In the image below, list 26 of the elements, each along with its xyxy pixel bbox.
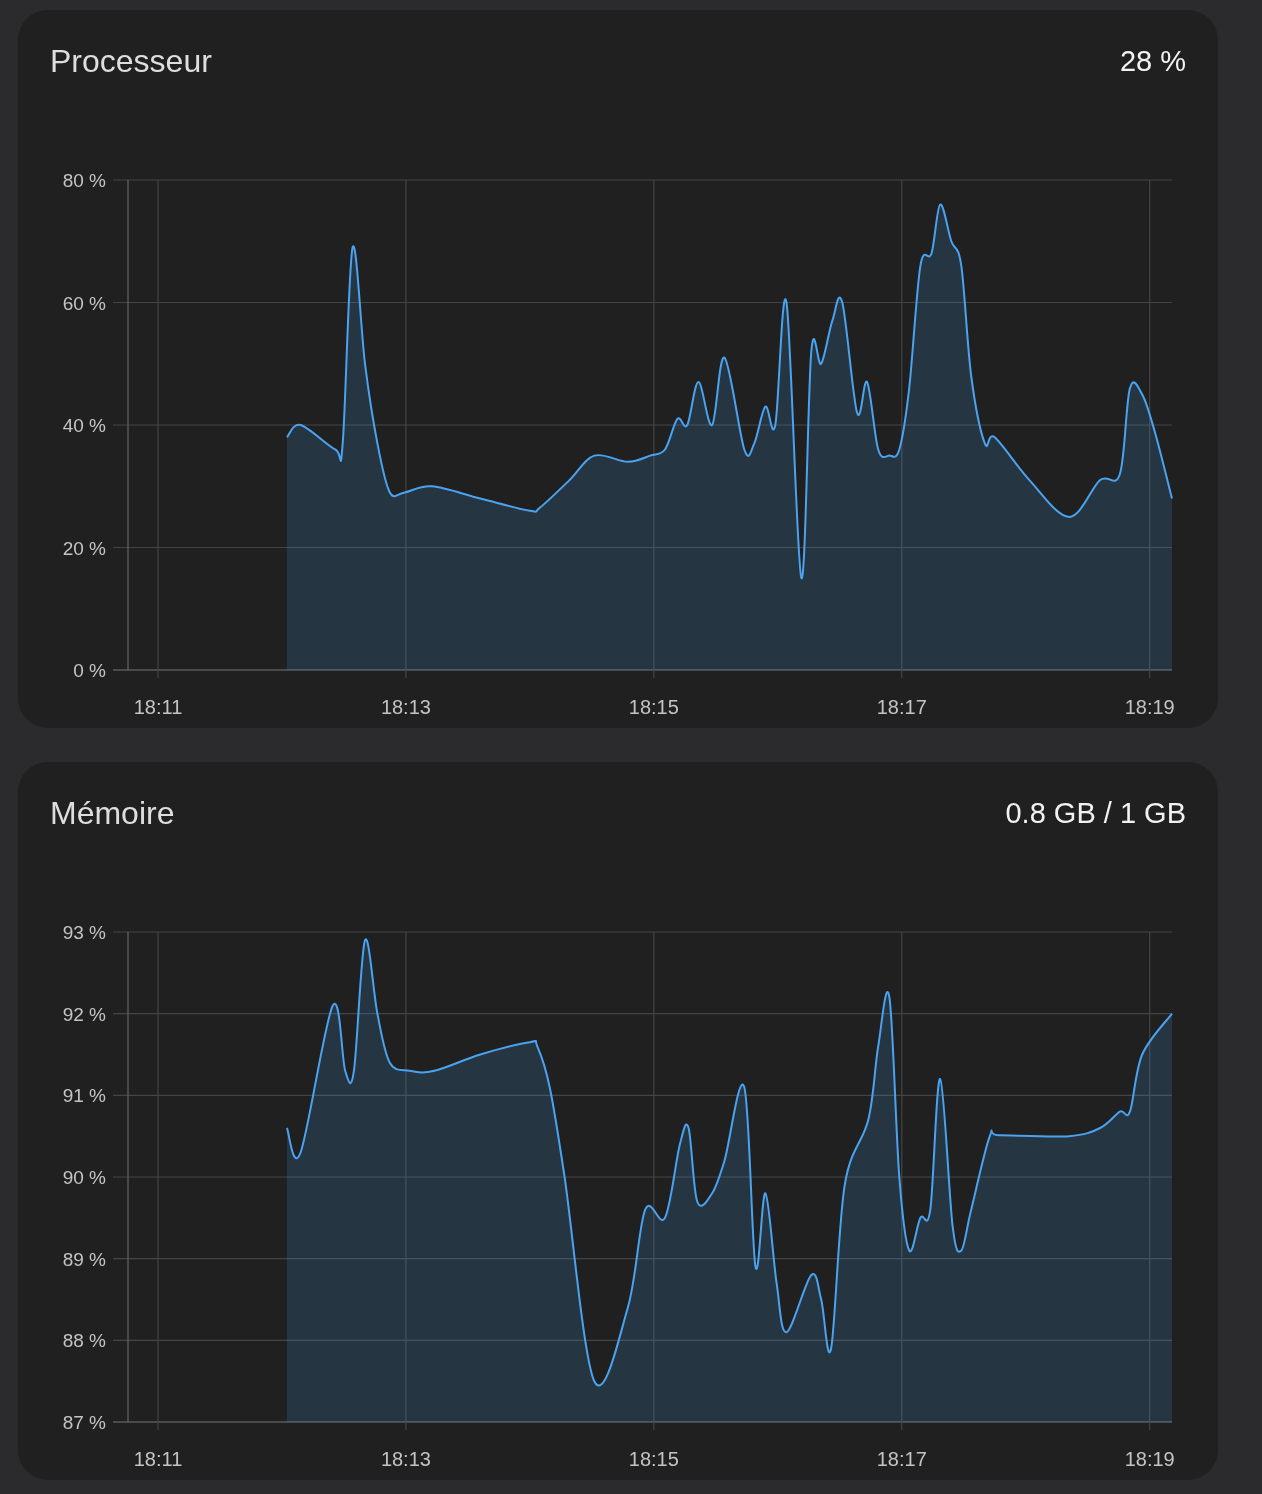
y-axis-label: 89 % [62, 1248, 106, 1270]
x-axis-label: 18:19 [1124, 1448, 1175, 1471]
y-axis-label: 0 % [73, 660, 106, 682]
y-axis-label: 90 % [62, 1167, 106, 1189]
x-axis-label: 18:11 [133, 696, 183, 719]
current-value: 28 % [1119, 44, 1186, 78]
y-axis-label: 87 % [62, 1412, 106, 1434]
x-axis-label: 18:19 [1124, 696, 1175, 719]
x-axis-label: 18:11 [133, 1448, 183, 1471]
y-axis-label: 91 % [62, 1085, 106, 1107]
card-title: Processeur [50, 42, 212, 80]
y-axis-label: 80 % [62, 170, 106, 192]
x-axis-label: 18:17 [876, 1448, 927, 1471]
x-axis-label: 18:13 [380, 1448, 431, 1471]
y-axis-label: 60 % [62, 292, 106, 314]
y-axis-label: 88 % [62, 1330, 106, 1352]
x-axis-label: 18:13 [380, 696, 431, 719]
y-axis-label: 93 % [62, 922, 106, 944]
y-axis-label: 20 % [62, 537, 106, 559]
x-axis-label: 18:15 [628, 1448, 679, 1471]
x-axis-label: 18:15 [628, 696, 679, 719]
x-axis-label: 18:17 [876, 696, 927, 719]
card-title: Mémoire [50, 794, 175, 832]
y-axis-label: 92 % [62, 1003, 106, 1025]
current-value: 0.8 GB / 1 GB [1005, 796, 1186, 830]
y-axis-label: 40 % [62, 415, 106, 437]
